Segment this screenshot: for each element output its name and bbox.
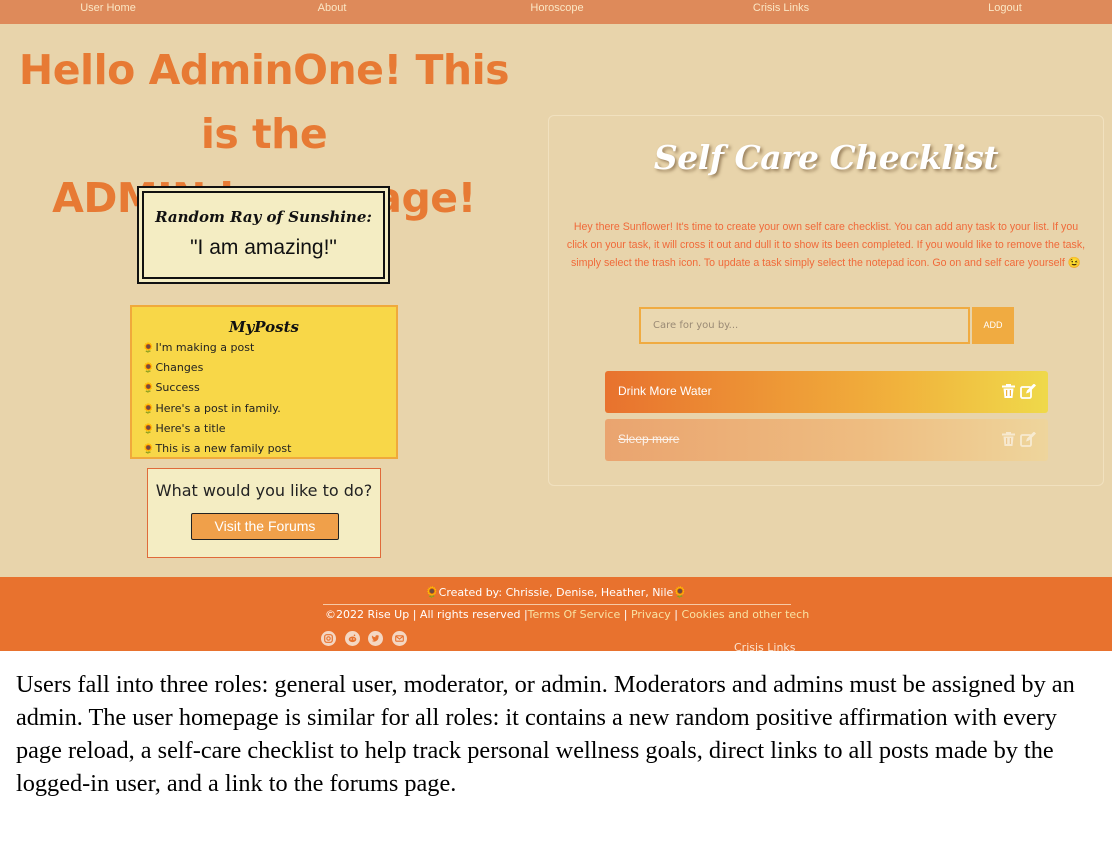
twitter-icon[interactable]: [368, 631, 383, 646]
actions-box: What would you like to do? Visit the For…: [147, 468, 381, 558]
post-title: Here's a title: [155, 421, 226, 435]
greeting-line-1: Hello AdminOne! This is the: [18, 46, 510, 158]
app-screenshot: User Home About Horoscope Crisis Links L…: [0, 0, 1112, 651]
affirmation-quote: "I am amazing!": [190, 236, 337, 259]
trash-icon[interactable]: [1002, 432, 1015, 446]
sunflower-icon: 🌻: [142, 444, 155, 456]
task-actions: [1002, 384, 1036, 400]
sunflower-icon: 🌻: [142, 403, 155, 415]
separator: |: [674, 608, 679, 621]
footer-crisis-links[interactable]: Crisis Links: [734, 641, 796, 651]
nav-crisis-links[interactable]: Crisis Links: [753, 2, 809, 14]
my-posts-list: 🌻I'm making a post 🌻Changes 🌻Success 🌻He…: [142, 338, 291, 459]
post-link[interactable]: 🌻Changes: [142, 358, 291, 378]
nav-horoscope[interactable]: Horoscope: [530, 2, 583, 14]
post-title: Changes: [155, 361, 204, 375]
task-label[interactable]: Drink More Water: [618, 384, 712, 398]
separator: |: [623, 608, 628, 621]
sunflower-icon: 🌻: [142, 363, 155, 375]
sunflower-icon: 🌻: [142, 343, 155, 354]
sunflower-icon: 🌻: [142, 383, 155, 395]
actions-question: What would you like to do?: [155, 481, 373, 500]
post-title: This is a new family post: [155, 442, 292, 456]
sunflower-icon: 🌻: [142, 423, 155, 435]
top-nav: User Home About Horoscope Crisis Links L…: [0, 0, 1112, 24]
affirmation-inner-border: [142, 191, 385, 279]
mail-icon[interactable]: [392, 631, 407, 646]
checklist-description: Hey there Sunflower! It's time to create…: [566, 221, 1086, 269]
instagram-icon[interactable]: [321, 631, 336, 646]
post-title: Here's a post in family.: [155, 401, 281, 415]
post-link[interactable]: 🌻This is a new family post: [142, 439, 291, 459]
task-input[interactable]: Care for you by...: [639, 307, 970, 344]
nav-logout[interactable]: Logout: [988, 2, 1022, 14]
nav-about[interactable]: About: [318, 2, 347, 14]
add-task-button[interactable]: ADD: [972, 307, 1014, 344]
post-link[interactable]: 🌻Success: [142, 378, 291, 398]
screenshot-caption: Users fall into three roles: general use…: [16, 671, 1075, 797]
self-care-checklist-card: Self Care Checklist Hey there Sunflower!…: [548, 115, 1104, 486]
site-footer: 🌻Created by: Chrissie, Denise, Heather, …: [0, 577, 1112, 651]
affirmation-box: Random Ray of Sunshine: "I am amazing!": [137, 186, 390, 284]
nav-user-home[interactable]: User Home: [80, 2, 136, 14]
my-posts-panel: MyPosts 🌻I'm making a post 🌻Changes 🌻Suc…: [130, 305, 398, 459]
copyright-text: ©2022 Rise Up | All rights reserved |: [325, 608, 528, 621]
task-label[interactable]: Sleep more: [618, 432, 679, 446]
terms-link[interactable]: Terms Of Service: [528, 608, 621, 621]
post-link[interactable]: 🌻I'm making a post: [142, 338, 291, 358]
edit-icon[interactable]: [1020, 384, 1036, 399]
post-link[interactable]: 🌻Here's a post in family.: [142, 399, 291, 419]
post-link[interactable]: 🌻Here's a title: [142, 419, 291, 439]
task-actions: [1002, 432, 1036, 448]
post-title: I'm making a post: [155, 341, 255, 354]
footer-divider: [323, 604, 791, 605]
footer-credit: 🌻Created by: Chrissie, Denise, Heather, …: [424, 586, 688, 599]
reddit-icon[interactable]: [345, 631, 360, 646]
my-posts-title: MyPosts: [228, 318, 300, 336]
cookies-link[interactable]: Cookies and other tech: [682, 608, 810, 621]
task-item-completed[interactable]: Sleep more: [605, 419, 1048, 461]
visit-forums-button[interactable]: Visit the Forums: [191, 513, 339, 540]
affirmation-title: Random Ray of Sunshine:: [155, 208, 372, 226]
privacy-link[interactable]: Privacy: [631, 608, 671, 621]
footer-copyright-row: ©2022 Rise Up | All rights reserved |Ter…: [325, 608, 809, 621]
checklist-title: Self Care Checklist: [653, 138, 999, 177]
edit-icon[interactable]: [1020, 432, 1036, 447]
post-title: Success: [155, 381, 200, 395]
trash-icon[interactable]: [1002, 384, 1015, 398]
task-item[interactable]: Drink More Water: [605, 371, 1048, 413]
